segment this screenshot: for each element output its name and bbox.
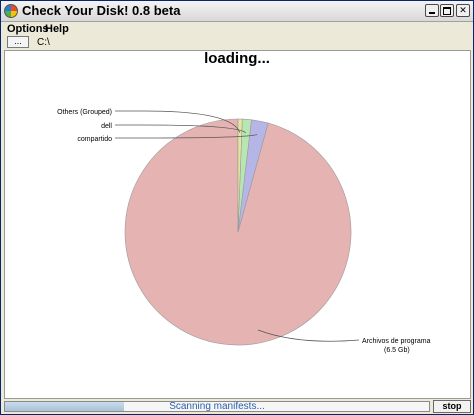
pie-label-0: Archivos de programa bbox=[362, 338, 431, 345]
disk-usage-pie-chart: Archivos de programa (6.5 Gb) compartido de… bbox=[57, 109, 431, 354]
pie-label-2: dell bbox=[101, 123, 112, 130]
pie-label-3: Others (Grouped) bbox=[57, 109, 112, 116]
pie-label-1: compartido bbox=[77, 136, 112, 143]
pie-sublabel-0: (6.5 Gb) bbox=[384, 347, 410, 354]
